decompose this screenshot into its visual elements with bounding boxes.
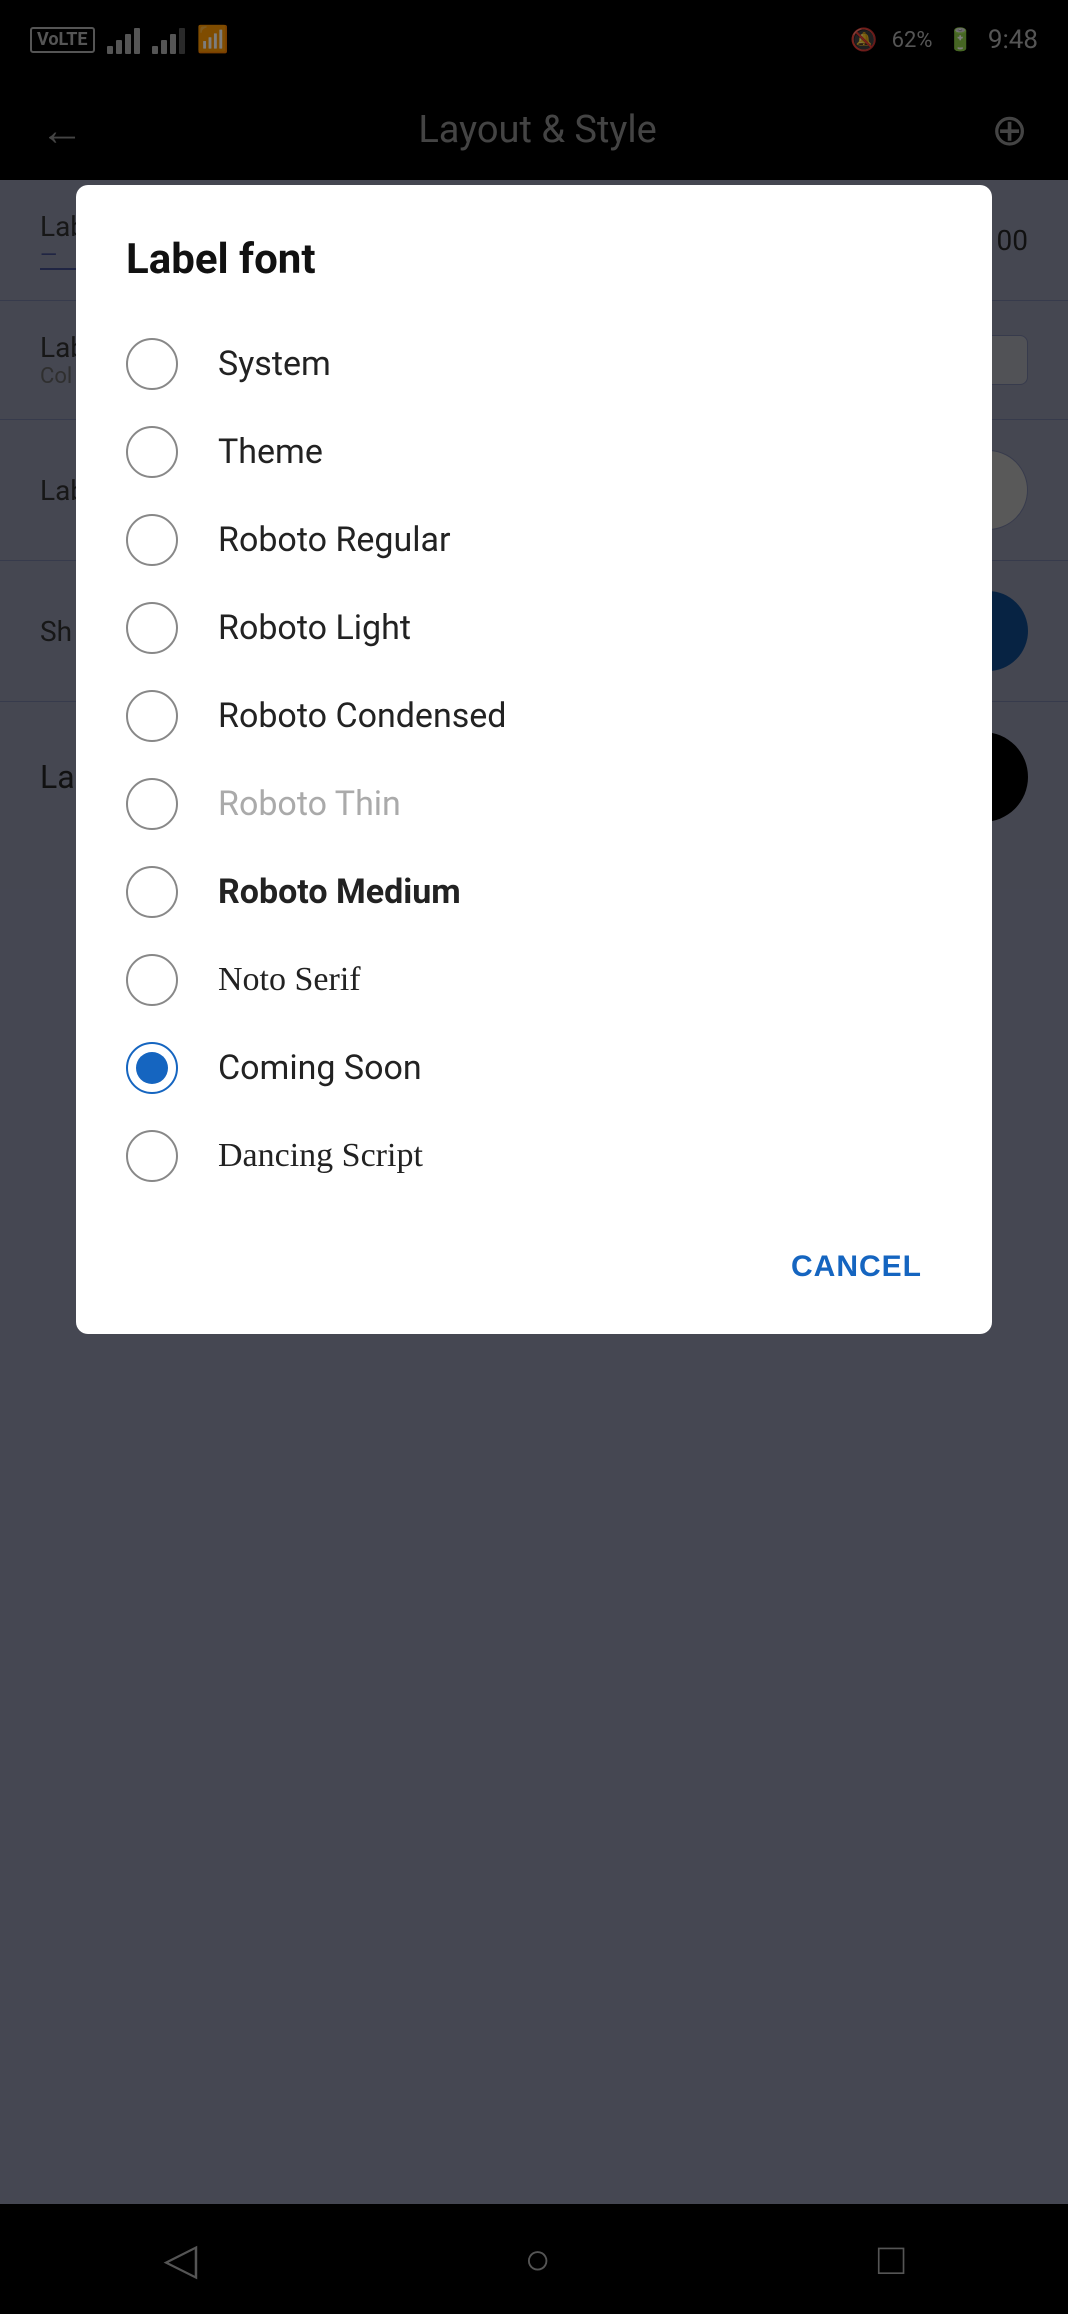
option-label-theme: Theme xyxy=(218,432,323,472)
option-dancing-script[interactable]: Dancing Script xyxy=(126,1112,942,1200)
option-label-roboto-thin: Roboto Thin xyxy=(218,784,401,824)
option-label-roboto-medium: Roboto Medium xyxy=(218,872,461,912)
option-coming-soon[interactable]: Coming Soon xyxy=(126,1024,942,1112)
label-font-dialog: Label font System Theme Roboto Regular R… xyxy=(76,185,992,1334)
option-roboto-medium[interactable]: Roboto Medium xyxy=(126,848,942,936)
option-label-roboto-regular: Roboto Regular xyxy=(218,520,451,560)
option-label-roboto-condensed: Roboto Condensed xyxy=(218,696,506,736)
option-label-roboto-light: Roboto Light xyxy=(218,608,411,648)
option-label-dancing-script: Dancing Script xyxy=(218,1137,423,1175)
radio-dancing-script[interactable] xyxy=(126,1130,178,1182)
dialog-footer: CANCEL xyxy=(126,1224,942,1294)
option-theme[interactable]: Theme xyxy=(126,408,942,496)
option-system[interactable]: System xyxy=(126,320,942,408)
radio-roboto-medium[interactable] xyxy=(126,866,178,918)
option-roboto-condensed[interactable]: Roboto Condensed xyxy=(126,672,942,760)
option-label-system: System xyxy=(218,344,331,384)
option-label-coming-soon: Coming Soon xyxy=(218,1048,422,1088)
cancel-button[interactable]: CANCEL xyxy=(771,1240,942,1294)
radio-roboto-thin[interactable] xyxy=(126,778,178,830)
radio-system[interactable] xyxy=(126,338,178,390)
option-roboto-light[interactable]: Roboto Light xyxy=(126,584,942,672)
option-label-noto-serif: Noto Serif xyxy=(218,961,361,999)
option-roboto-regular[interactable]: Roboto Regular xyxy=(126,496,942,584)
radio-theme[interactable] xyxy=(126,426,178,478)
dialog-title: Label font xyxy=(126,235,942,284)
radio-coming-soon[interactable] xyxy=(126,1042,178,1094)
radio-roboto-condensed[interactable] xyxy=(126,690,178,742)
radio-roboto-light[interactable] xyxy=(126,602,178,654)
option-noto-serif[interactable]: Noto Serif xyxy=(126,936,942,1024)
radio-roboto-regular[interactable] xyxy=(126,514,178,566)
radio-noto-serif[interactable] xyxy=(126,954,178,1006)
option-roboto-thin[interactable]: Roboto Thin xyxy=(126,760,942,848)
